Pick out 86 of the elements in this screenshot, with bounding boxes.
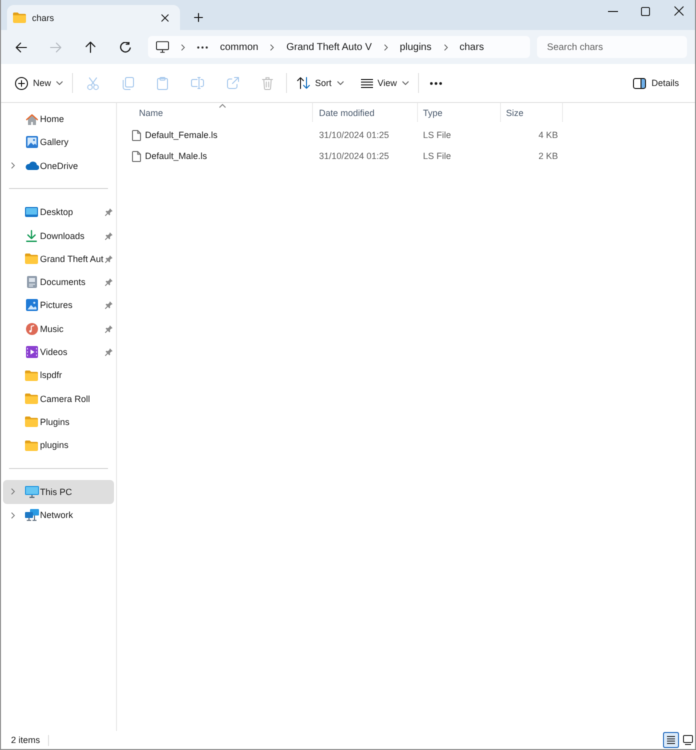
- chevron-right-icon[interactable]: [11, 488, 15, 496]
- caret-down-icon: [56, 81, 64, 85]
- sidebar-item[interactable]: Plugins: [3, 410, 114, 434]
- up-arrow-icon[interactable]: [85, 41, 96, 53]
- side-panel-icon: [633, 78, 646, 88]
- address-bar[interactable]: common Grand Theft Auto V plugins chars: [148, 36, 530, 58]
- picture-icon: [26, 136, 38, 148]
- caret-down-icon: [402, 81, 409, 85]
- sort-button[interactable]: Sort: [297, 77, 344, 89]
- file-size: 4 KB: [538, 130, 558, 140]
- maximize-icon[interactable]: [641, 6, 650, 16]
- breadcrumb-item[interactable]: plugins: [400, 42, 432, 52]
- file-icon: [132, 150, 141, 162]
- close-icon[interactable]: [674, 6, 684, 16]
- sidebar-item[interactable]: Documents: [3, 270, 114, 294]
- column-header[interactable]: Type: [418, 103, 501, 122]
- sort-icon: [297, 77, 310, 89]
- column-header[interactable]: Date modified: [313, 103, 418, 122]
- sidebar-item[interactable]: Music: [3, 317, 114, 340]
- picture-icon: [26, 299, 38, 312]
- list-icon: [360, 78, 373, 88]
- chevron-right-icon: [270, 44, 274, 50]
- details-button[interactable]: Details: [633, 78, 679, 88]
- chevron-right-icon[interactable]: [11, 162, 15, 170]
- file-name[interactable]: Default_Male.ls: [145, 151, 208, 161]
- music-icon: [26, 322, 38, 335]
- document-icon: [26, 276, 36, 288]
- chevron-right-icon: [384, 44, 388, 50]
- sidebar-item[interactable]: This PC: [3, 480, 114, 504]
- monitor-icon: [24, 486, 38, 498]
- more-icon[interactable]: [197, 46, 208, 48]
- back-arrow-icon[interactable]: [14, 42, 26, 52]
- column-header[interactable]: Size: [501, 103, 563, 122]
- chevron-right-icon: [444, 44, 448, 50]
- column-header[interactable]: Name: [117, 103, 313, 122]
- sidebar-item[interactable]: Network: [3, 504, 114, 527]
- sidebar-item[interactable]: Downloads: [3, 224, 114, 248]
- tab[interactable]: chars: [7, 5, 180, 30]
- network-icon: [24, 509, 38, 522]
- close-icon[interactable]: [161, 14, 169, 22]
- breadcrumb-item[interactable]: chars: [460, 42, 484, 52]
- file-icon: [132, 130, 141, 140]
- folder-icon: [25, 370, 38, 381]
- thumbnail-view-icon[interactable]: [683, 735, 693, 745]
- breadcrumb-item[interactable]: common: [220, 42, 258, 52]
- sidebar-item[interactable]: Grand Theft Aut: [3, 247, 114, 271]
- folder-icon: [25, 253, 38, 264]
- sidebar-item[interactable]: Videos: [3, 340, 114, 364]
- folder-icon: [25, 416, 38, 428]
- plus-icon[interactable]: [194, 13, 203, 22]
- sidebar-item[interactable]: Pictures: [3, 294, 114, 318]
- date-modified: 31/10/2024 01:25: [319, 151, 390, 161]
- item-count: 2 items: [11, 735, 40, 745]
- monitor-icon[interactable]: [156, 41, 169, 53]
- file-name[interactable]: Default_Female.ls: [145, 130, 218, 140]
- file-type: LS File: [423, 151, 452, 161]
- chevron-right-icon[interactable]: [11, 512, 15, 519]
- sidebar-item[interactable]: plugins: [3, 434, 114, 457]
- file-type: LS File: [423, 130, 452, 140]
- sidebar-item[interactable]: Home: [3, 107, 114, 131]
- sidebar-item[interactable]: Desktop: [3, 200, 114, 224]
- sidebar-item[interactable]: Gallery: [3, 130, 114, 154]
- cloud-icon: [24, 161, 38, 170]
- new-button[interactable]: New: [15, 76, 64, 90]
- list-view-icon[interactable]: [663, 732, 679, 748]
- folder-icon: [13, 12, 26, 23]
- breadcrumb-item[interactable]: Grand Theft Auto V: [286, 42, 372, 52]
- sidebar-item[interactable]: OneDrive: [3, 154, 114, 178]
- video-icon: [26, 346, 38, 358]
- view-button[interactable]: View: [360, 78, 409, 88]
- chevron-right-icon: [181, 44, 185, 50]
- sidebar-item[interactable]: lspdfr: [3, 364, 114, 388]
- caret-down-icon: [336, 81, 344, 85]
- sidebar-item[interactable]: Camera Roll: [3, 387, 114, 410]
- folder-icon: [25, 393, 38, 404]
- plus-circle-icon: [15, 76, 28, 90]
- desktop-icon: [25, 207, 38, 218]
- more-icon[interactable]: [430, 82, 442, 84]
- file-size: 2 KB: [538, 151, 558, 161]
- minimize-icon[interactable]: [608, 10, 618, 12]
- house-icon: [26, 114, 38, 125]
- date-modified: 31/10/2024 01:25: [319, 130, 390, 140]
- refresh-icon[interactable]: [120, 42, 131, 52]
- download-icon: [26, 230, 37, 242]
- search-field[interactable]: Search chars: [537, 36, 687, 58]
- folder-icon: [25, 440, 38, 451]
